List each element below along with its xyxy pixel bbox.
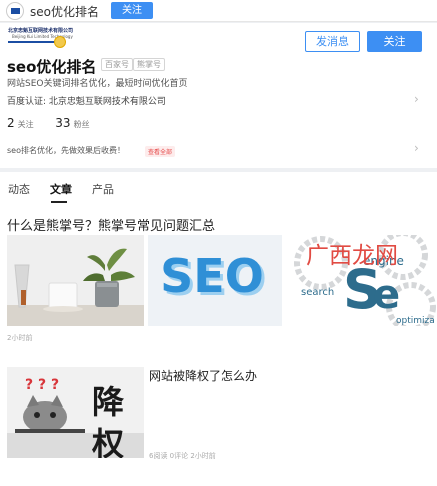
article-image-seo[interactable]: SEO SEO (148, 235, 282, 326)
chevron-right-icon[interactable]: › (414, 92, 419, 106)
profile-note: seo排名优化，先做效果后收费！ (7, 146, 125, 155)
active-tab-indicator (51, 201, 67, 203)
profile-name: seo优化排名 (7, 58, 97, 76)
following-count[interactable]: 2 (7, 116, 15, 130)
svg-text:权: 权 (91, 425, 124, 458)
follow-button[interactable]: 关注 (367, 31, 422, 52)
article-title[interactable]: 什么是熊掌号？熊掌号常见问题汇总 (7, 215, 215, 234)
content-tabs: 动态 文章 产品 (0, 172, 437, 208)
following-label: 关注 (17, 120, 34, 129)
profile-card: 北京忠魁互联网技术有限公司 Beijing Kui Limited Techno… (0, 23, 437, 168)
top-bar: seo优化排名 关注 (0, 0, 437, 22)
article-meta: 6阅读 0评论 2小时前 (149, 452, 216, 460)
svg-text:? ? ?: ? ? ? (25, 377, 59, 393)
company-logo: 北京忠魁互联网技术有限公司 Beijing Kui Limited Techno… (8, 27, 73, 49)
top-follow-button[interactable]: 关注 (111, 2, 153, 19)
profile-stats: 2 关注 33 粉丝 (7, 116, 90, 130)
message-button[interactable]: 发消息 (305, 31, 360, 52)
svg-text:search: search (301, 287, 334, 298)
svg-text:e: e (373, 272, 400, 318)
fans-count[interactable]: 33 (55, 116, 70, 130)
tab-dynamics[interactable]: 动态 (8, 181, 30, 197)
svg-text:降: 降 (92, 383, 125, 421)
article-title[interactable]: 网站被降权了怎么办 (149, 367, 257, 384)
tag-baijiahao: 百家号 (101, 58, 133, 71)
avatar[interactable] (6, 2, 24, 20)
tab-products[interactable]: 产品 (92, 181, 114, 197)
article-image-cat[interactable]: ? ? ? 降 权 (7, 367, 144, 458)
svg-text:SEO: SEO (160, 249, 264, 303)
fans-label: 粉丝 (73, 120, 90, 129)
certification-text[interactable]: 百度认证: 北京忠魁互联网技术有限公司 (7, 94, 166, 107)
svg-text:optimiza: optimiza (396, 316, 435, 326)
profile-description: 网站SEO关键词排名优化，最短时间优化首页 (7, 79, 188, 89)
chevron-right-icon[interactable]: › (414, 141, 419, 155)
article-time: 2小时前 (7, 334, 33, 342)
tab-articles[interactable]: 文章 (50, 181, 72, 197)
verified-badge-icon (54, 36, 66, 48)
tag-xiongzhanghao: 熊掌号 (133, 58, 165, 71)
top-bar-title: seo优化排名 (30, 5, 99, 19)
watermark: 广西龙网 (306, 243, 398, 269)
view-all-tag[interactable]: 查看全部 (145, 146, 176, 157)
article-image-plant[interactable] (7, 235, 144, 326)
